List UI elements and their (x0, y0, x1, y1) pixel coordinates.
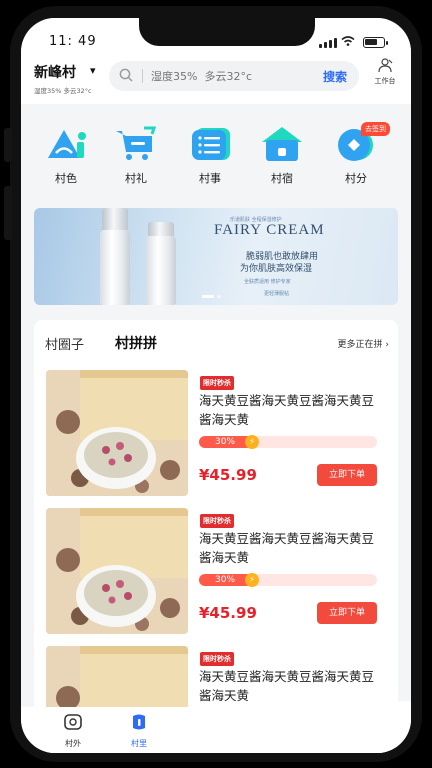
product-image (46, 370, 188, 496)
product-title: 海天黄豆酱海天黄豆酱海天黄豆酱海天黄 (199, 669, 375, 703)
sale-progress-bar: 30% ⚡ (199, 573, 377, 587)
notch (139, 18, 315, 46)
product-price: ¥45.99 (199, 466, 257, 484)
mute-switch (4, 128, 12, 162)
lightning-icon: ⚡ (245, 573, 259, 587)
progress-label: 30% (215, 575, 236, 585)
battery-icon (363, 37, 388, 48)
mountain-icon (44, 126, 88, 162)
banner-tag: 全肤质适用 修护专家 (244, 279, 291, 285)
product-title: 海天黄豆酱海天黄豆酱海天黄豆酱海天黄 (199, 531, 375, 565)
bottle-cap (148, 222, 174, 236)
tab-label: 村里 (131, 739, 147, 748)
category-cunse[interactable]: 村色 (36, 126, 96, 186)
search-input[interactable] (151, 67, 301, 85)
category-label: 村礼 (125, 172, 147, 185)
app-screen: 11: 49 新峰村 ▾ 湿度35% 多云32°c 搜索 (21, 18, 411, 753)
tab-label: 村外 (65, 739, 81, 748)
tab-bar-overlay (191, 701, 411, 753)
category-cunsu[interactable]: 村宿 (252, 126, 312, 186)
village-selector[interactable]: 新峰村 (34, 62, 76, 82)
volume-up-button (4, 186, 12, 240)
bottle-cap (102, 208, 128, 230)
promo-banner[interactable]: 乐道肌肤 全程保湿修护 FAIRY CREAM 脆弱肌也敢放肆用 为你肌肤高效保… (34, 208, 398, 305)
status-time: 11: 49 (49, 34, 97, 49)
list-icon (188, 126, 232, 162)
flash-sale-badge: 限时秒杀 (200, 652, 234, 666)
weather-info: 湿度35% 多云32°c (34, 87, 92, 95)
flash-sale-badge: 限时秒杀 (200, 376, 234, 390)
banner-title: FAIRY CREAM (214, 222, 325, 238)
group-buy-section: 村圈子 村拼拼 更多正在拼 › 限时秒杀 海天黄豆酱海天黄豆酱海天黄豆酱海天黄 … (34, 320, 398, 753)
category-grid: 村色 村礼 村事 村宿 村分 去签到 (21, 104, 411, 204)
category-label: 村分 (345, 172, 367, 185)
home-icon (64, 714, 82, 730)
search-divider (142, 69, 143, 83)
signal-icon (319, 38, 337, 48)
tab-village-circle[interactable]: 村圈子 (45, 334, 84, 353)
tab-outside-village[interactable]: 村外 (53, 713, 93, 749)
lightning-icon: ⚡ (245, 435, 259, 449)
sign-in-badge[interactable]: 去签到 (361, 122, 390, 136)
more-groupbuy-link[interactable]: 更多正在拼 › (338, 337, 389, 350)
house-icon (260, 126, 304, 162)
category-label: 村宿 (271, 172, 293, 185)
village-icon (133, 714, 145, 730)
flash-sale-badge: 限时秒杀 (200, 514, 234, 528)
chevron-down-icon[interactable]: ▾ (90, 64, 96, 77)
product-title: 海天黄豆酱海天黄豆酱海天黄豆酱海天黄 (199, 393, 375, 427)
product-bottle-image (100, 229, 130, 305)
workbench-label: 工作台 (374, 77, 396, 85)
cart-icon (114, 126, 158, 162)
progress-label: 30% (215, 437, 236, 447)
tab-village-groupbuy[interactable]: 村拼拼 (115, 333, 157, 353)
category-label: 村色 (55, 172, 77, 185)
workbench-button[interactable]: 工作台 (368, 58, 402, 86)
bottom-tab-bar: 村外 村里 (21, 701, 411, 753)
buy-now-button[interactable]: 立即下单 (317, 464, 377, 486)
product-card[interactable]: 限时秒杀 海天黄豆酱海天黄豆酱海天黄豆酱海天黄 30% ⚡ ¥45.99 立即下… (34, 508, 398, 634)
sale-progress-bar: 30% ⚡ (199, 435, 377, 449)
category-label: 村事 (199, 172, 221, 185)
banner-tag-2: 更轻薄服帖 (264, 291, 290, 297)
search-button[interactable]: 搜索 (323, 68, 347, 85)
app-header: 新峰村 ▾ 湿度35% 多云32°c 搜索 工作台 (21, 52, 411, 104)
product-price: ¥45.99 (199, 604, 257, 622)
buy-now-button[interactable]: 立即下单 (317, 602, 377, 624)
tab-inside-village[interactable]: 村里 (119, 713, 159, 749)
banner-line-2: 为你肌肤高效保湿 (240, 264, 313, 274)
product-bottle-image (146, 235, 176, 305)
wifi-icon (341, 36, 355, 46)
banner-pagination (202, 295, 221, 298)
product-image (46, 508, 188, 634)
search-bar[interactable]: 搜索 (109, 61, 359, 91)
search-icon (119, 68, 133, 82)
category-cunli[interactable]: 村礼 (106, 126, 166, 186)
category-cunshi[interactable]: 村事 (180, 126, 240, 186)
product-card[interactable]: 限时秒杀 海天黄豆酱海天黄豆酱海天黄豆酱海天黄 30% ⚡ ¥45.99 立即下… (34, 370, 398, 496)
workbench-icon (378, 58, 393, 73)
